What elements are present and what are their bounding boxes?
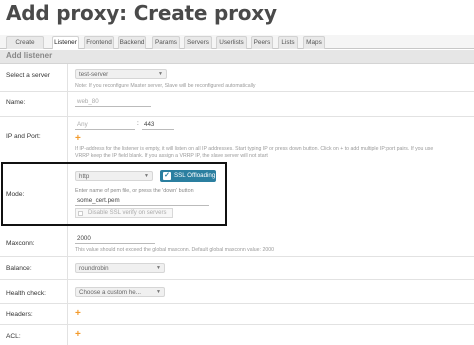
add-acl-plus-icon[interactable]: +: [75, 330, 81, 340]
headers-label: Headers:: [6, 311, 33, 318]
disable-ssl-verify-label: Disable SSL verify on servers: [88, 210, 167, 216]
pem-hint: Enter name of pem file, or press the 'do…: [75, 188, 194, 194]
chevron-down-icon: ▼: [156, 265, 161, 271]
tab-frontend[interactable]: Frontend: [84, 36, 114, 49]
acl-label: ACL:: [6, 333, 21, 340]
tab-params[interactable]: Params: [152, 36, 180, 49]
add-ip-port-plus-icon[interactable]: +: [75, 134, 81, 144]
maxconn-label: Maxconn:: [6, 240, 35, 247]
ip-input[interactable]: Any: [75, 120, 135, 130]
tab-maps[interactable]: Maps: [303, 36, 325, 49]
chevron-down-icon: ▼: [158, 71, 163, 77]
ip-port-separator: :: [137, 120, 139, 127]
row-divider: [0, 324, 474, 325]
row-divider: [0, 256, 474, 257]
balance-select-value: roundrobin: [79, 265, 109, 272]
ip-port-note-line1: If IP-address for the listener is empty,…: [75, 146, 434, 152]
maxconn-input[interactable]: 2000: [75, 234, 155, 244]
server-select[interactable]: test-server ▼: [75, 69, 167, 79]
name-input[interactable]: web_80: [75, 97, 151, 107]
balance-label: Balance:: [6, 265, 32, 272]
chevron-down-icon: ▼: [156, 289, 161, 295]
maxconn-note: This value should not exceed the global …: [75, 247, 274, 253]
page-header: Add proxy: Create proxy: [0, 0, 474, 34]
ip-port-note-line2: VRRP keep the IP field blank. If you ass…: [75, 153, 268, 159]
balance-select[interactable]: roundrobin ▼: [75, 263, 165, 273]
tab-userlists[interactable]: Userlists: [216, 36, 247, 49]
name-label: Name:: [6, 99, 26, 106]
mode-select[interactable]: http ▼: [75, 171, 153, 181]
add-header-plus-icon[interactable]: +: [75, 309, 81, 319]
tab-lists[interactable]: Lists: [278, 36, 298, 49]
tab-servers[interactable]: Servers: [184, 36, 212, 49]
mode-select-value: http: [79, 173, 90, 180]
server-label: Select a server: [6, 72, 50, 79]
section-header: Add listener: [0, 50, 474, 64]
tab-listener[interactable]: Listener: [52, 36, 79, 49]
pem-input[interactable]: some_cert.pem: [75, 196, 209, 206]
server-note: Note: If you reconfigure Master server, …: [75, 83, 256, 89]
tab-bar: Create proxy Listener Frontend Backend P…: [0, 35, 474, 58]
checkbox-icon: [78, 211, 83, 216]
ssl-offloading-toggle[interactable]: ✓ SSL Offloading: [160, 170, 216, 182]
chevron-down-icon: ▼: [144, 173, 149, 179]
row-divider: [0, 91, 474, 92]
disable-ssl-verify-checkbox[interactable]: Disable SSL verify on servers: [75, 208, 173, 218]
row-divider: [0, 116, 474, 117]
health-check-select[interactable]: Choose a custom he... ▼: [75, 287, 165, 297]
server-select-value: test-server: [79, 71, 109, 78]
tab-backend[interactable]: Backend: [118, 36, 146, 49]
tab-create-proxy[interactable]: Create proxy: [6, 36, 44, 58]
row-divider: [0, 279, 474, 280]
checkmark-icon: ✓: [163, 172, 171, 180]
page-title: Add proxy: Create proxy: [6, 1, 277, 25]
row-divider: [0, 303, 474, 304]
ip-port-label: IP and Port:: [6, 133, 41, 140]
section-title: Add listener: [6, 51, 53, 60]
port-input[interactable]: 443: [142, 120, 174, 130]
health-check-select-value: Choose a custom he...: [79, 289, 141, 296]
mode-label: Mode:: [6, 191, 25, 198]
health-check-label: Health check:: [6, 290, 46, 297]
tab-peers[interactable]: Peers: [251, 36, 273, 49]
ssl-offloading-label: SSL Offloading: [174, 172, 216, 179]
